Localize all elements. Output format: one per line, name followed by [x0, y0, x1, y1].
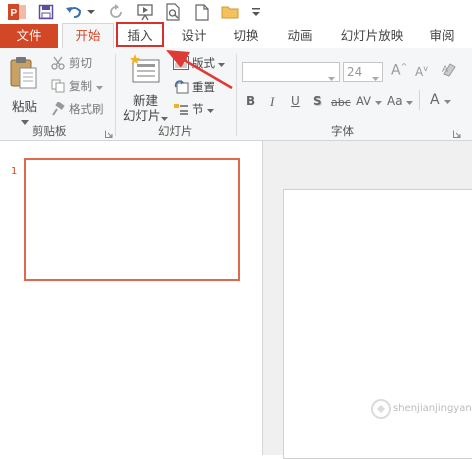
layout-label: 版式: [192, 56, 215, 70]
tab-transitions[interactable]: 切换: [224, 24, 268, 48]
svg-text:A: A: [442, 64, 448, 74]
new-slide-button[interactable]: 新建 幻灯片: [121, 52, 168, 123]
tab-slideshow[interactable]: 幻灯片放映: [334, 24, 410, 48]
powerpoint-icon: P: [6, 2, 28, 22]
copy-button[interactable]: 复制: [50, 77, 103, 95]
underline-button[interactable]: U: [291, 94, 300, 108]
watermark-logo: [371, 399, 391, 422]
italic-button[interactable]: I: [270, 94, 274, 110]
paste-dropdown-icon[interactable]: [21, 114, 29, 128]
reset-label: 重置: [192, 80, 215, 94]
font-size-dropdown-icon[interactable]: [372, 70, 379, 84]
reset-icon: [173, 79, 189, 95]
tab-animations[interactable]: 动画: [278, 24, 322, 48]
paste-label: 粘贴: [12, 99, 38, 114]
tab-design[interactable]: 设计: [172, 24, 216, 48]
font-group-divider: [419, 90, 420, 110]
clear-formatting-icon: A: [442, 63, 456, 77]
change-case-dropdown-icon[interactable]: [406, 101, 414, 105]
redo-icon[interactable]: [106, 2, 126, 22]
grow-font-label: A: [391, 62, 401, 79]
slides-group-label: 幻灯片: [158, 124, 193, 138]
from-beginning-icon[interactable]: [134, 2, 156, 22]
new-slide-icon: [130, 54, 160, 83]
copy-label: 复制: [69, 79, 92, 93]
grow-font-button[interactable]: A^: [391, 62, 407, 79]
paste-button[interactable]: 粘贴: [8, 56, 42, 125]
new-slide-label-line2: 幻灯片: [123, 108, 161, 123]
open-icon[interactable]: [220, 2, 242, 22]
tab-file[interactable]: 文件: [0, 24, 58, 48]
slide-thumbnail-pane: 1: [0, 141, 263, 455]
cut-label: 剪切: [69, 56, 92, 70]
character-spacing-label: AV: [356, 94, 371, 108]
print-preview-icon[interactable]: [162, 2, 184, 22]
change-case-label: Aa: [387, 94, 403, 108]
copy-icon: [50, 78, 66, 94]
format-painter-label: 格式刷: [69, 102, 104, 116]
font-size-value: 24: [347, 65, 363, 79]
section-label: 节: [192, 102, 204, 116]
slide-thumbnail[interactable]: [24, 158, 240, 281]
font-color-button[interactable]: A: [430, 92, 452, 108]
font-name-dropdown-icon[interactable]: [328, 70, 335, 84]
grow-font-caret-icon: ^: [400, 62, 408, 71]
slide-number: 1: [11, 166, 18, 177]
new-slide-dropdown-icon[interactable]: [161, 110, 168, 124]
ribbon-tabs: 文件 开始 插入 设计 切换 动画 幻灯片放映 审阅: [0, 23, 472, 49]
group-separator: [115, 54, 116, 136]
section-button[interactable]: 节: [173, 100, 214, 118]
font-color-label: A: [430, 92, 440, 108]
layout-dropdown-icon[interactable]: [218, 56, 225, 70]
quick-access-toolbar: P: [0, 0, 472, 24]
svg-text:P: P: [11, 8, 18, 19]
clipboard-launcher-icon[interactable]: [105, 127, 113, 141]
font-group-label: 字体: [331, 124, 354, 138]
tab-review[interactable]: 审阅: [420, 24, 464, 48]
scissors-icon: [50, 55, 66, 71]
format-painter-icon: [50, 101, 66, 117]
insert-tab-highlight: [116, 22, 164, 47]
ribbon: 粘贴 剪切 复制 格式刷 剪贴板 新建 幻灯片 版式 重置 节 幻灯片 24 A…: [0, 48, 472, 141]
bold-button[interactable]: B: [246, 94, 255, 108]
shrink-font-caret-icon: v: [423, 64, 428, 73]
font-launcher-icon[interactable]: [453, 127, 461, 141]
slide-editing-pane: shenjianjingyan: [263, 141, 472, 459]
watermark-text: shenjianjingyan: [393, 403, 472, 414]
spacing-dropdown-icon[interactable]: [374, 101, 382, 105]
cut-button[interactable]: 剪切: [50, 54, 92, 72]
format-painter-button[interactable]: 格式刷: [50, 100, 104, 118]
group-separator: [236, 54, 237, 136]
shrink-font-button[interactable]: Av: [415, 64, 428, 79]
layout-icon: [173, 55, 189, 71]
clear-formatting-button[interactable]: A: [441, 62, 457, 81]
shadow-button[interactable]: S: [313, 94, 322, 108]
font-size-combo[interactable]: 24: [343, 62, 383, 82]
paste-icon: [10, 57, 37, 89]
section-icon: [173, 101, 189, 117]
new-icon[interactable]: [192, 2, 212, 22]
tab-home[interactable]: 开始: [62, 23, 114, 49]
section-dropdown-icon[interactable]: [206, 102, 214, 116]
clipboard-group-label: 剪贴板: [32, 124, 67, 138]
strikethrough-button[interactable]: abc: [331, 96, 351, 109]
shrink-font-label: A: [415, 65, 424, 79]
undo-icon[interactable]: [64, 2, 84, 22]
reset-button[interactable]: 重置: [173, 78, 215, 96]
font-name-combo[interactable]: [242, 62, 340, 82]
layout-button[interactable]: 版式: [173, 54, 225, 72]
font-color-dropdown-icon[interactable]: [444, 100, 452, 104]
save-icon[interactable]: [36, 2, 56, 22]
copy-dropdown-icon[interactable]: [96, 79, 103, 93]
customize-icon[interactable]: [250, 2, 262, 22]
dropdown-arrow-icon[interactable]: [86, 2, 96, 22]
character-spacing-button[interactable]: AV: [356, 94, 382, 108]
change-case-button[interactable]: Aa: [387, 94, 414, 108]
